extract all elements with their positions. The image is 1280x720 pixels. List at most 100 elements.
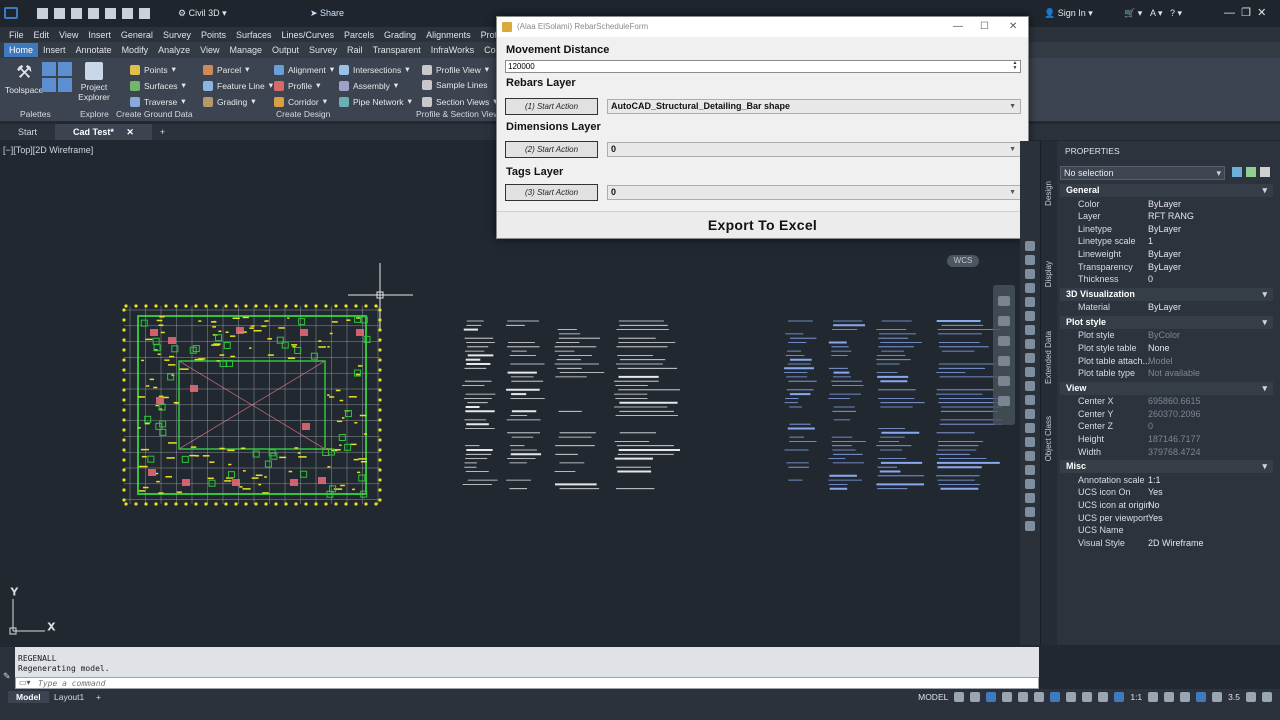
property-row[interactable]: Visual Style 2D Wireframe <box>1060 537 1273 550</box>
side-tab-design[interactable]: Design <box>1044 181 1053 206</box>
property-row[interactable]: UCS Name <box>1060 524 1273 537</box>
ribbon-tab[interactable]: Manage <box>224 43 267 57</box>
ortho-icon[interactable] <box>986 692 997 702</box>
tool-icon[interactable] <box>1025 241 1035 251</box>
tool-icon[interactable] <box>1025 395 1035 405</box>
ribbon-tab[interactable]: Modify <box>117 43 154 57</box>
menu-item[interactable]: Survey <box>163 30 191 40</box>
property-row[interactable]: Transparency ByLayer <box>1060 261 1273 274</box>
tool-icon[interactable] <box>1025 465 1035 475</box>
cart-icon[interactable]: 🛒 ▾ <box>1124 8 1142 19</box>
menu-item[interactable]: Edit <box>34 30 50 40</box>
selection-dropdown[interactable]: No selection ▾ <box>1060 166 1225 180</box>
new-tab-button[interactable]: + <box>152 124 173 140</box>
autodesk-app-icon[interactable]: A ▾ <box>1150 8 1163 19</box>
property-row[interactable]: Material ByLayer <box>1060 301 1273 314</box>
share-button[interactable]: ➤ Share <box>310 8 344 19</box>
corridor-button[interactable]: Corridor ▾ <box>274 96 327 107</box>
project-explorer-button[interactable]: Project Explorer <box>78 62 110 102</box>
wcs-badge[interactable]: WCS <box>947 255 979 267</box>
ribbon-tab[interactable]: Analyze <box>153 43 195 57</box>
alignment-button[interactable]: Alignment ▾ <box>274 64 334 75</box>
wrench-icon[interactable]: ✎ <box>3 671 11 682</box>
tab-cad-test[interactable]: Cad Test* ✕ <box>55 124 152 140</box>
tab-model[interactable]: Model <box>8 691 49 703</box>
section-views-button[interactable]: Section Views ▾ <box>422 96 498 107</box>
close-icon[interactable]: ✕ <box>1009 21 1017 32</box>
isodraft-icon[interactable] <box>1018 692 1029 702</box>
property-row[interactable]: UCS per viewport Yes <box>1060 512 1273 525</box>
ribbon-tab[interactable]: Annotate <box>71 43 117 57</box>
menu-item[interactable]: General <box>121 30 153 40</box>
close-icon[interactable]: ✕ <box>126 127 134 137</box>
movement-distance-input[interactable] <box>505 60 1021 73</box>
dimensions-start-action-button[interactable]: (2) Start Action <box>505 141 598 158</box>
property-row[interactable]: Color ByLayer <box>1060 198 1273 211</box>
side-tab-object-class[interactable]: Object Class <box>1044 416 1053 461</box>
menu-item[interactable]: Surfaces <box>236 30 272 40</box>
ribbon-tab[interactable]: Survey <box>304 43 342 57</box>
ribbon-tab[interactable]: Rail <box>342 43 368 57</box>
snap-icon[interactable] <box>970 692 981 702</box>
tool-icon[interactable] <box>1025 269 1035 279</box>
quick-access-icons[interactable] <box>34 8 153 20</box>
menu-item[interactable]: View <box>59 30 78 40</box>
property-row[interactable]: Linetype ByLayer <box>1060 223 1273 236</box>
side-tab-extended-data[interactable]: Extended Data <box>1044 331 1053 384</box>
menu-item[interactable]: Parcels <box>344 30 374 40</box>
surfaces-button[interactable]: Surfaces ▾ <box>130 80 186 91</box>
property-row[interactable]: Plot style table None <box>1060 342 1273 355</box>
signin-button[interactable]: 👤 Sign In ▾ <box>1044 8 1093 19</box>
ribbon-tab[interactable]: Output <box>267 43 304 57</box>
gear-icon[interactable] <box>1148 692 1159 702</box>
tool-icon[interactable] <box>1025 353 1035 363</box>
tags-layer-combo[interactable]: 0 ▼ <box>607 185 1021 200</box>
annotation-visibility-icon[interactable] <box>1114 692 1125 702</box>
property-row[interactable]: Lineweight ByLayer <box>1060 248 1273 261</box>
ribbon-tab[interactable]: View <box>195 43 224 57</box>
customize-icon[interactable] <box>1262 692 1272 702</box>
annotation-scale[interactable]: 1:1 <box>1130 692 1142 702</box>
lineweight-icon[interactable] <box>1066 692 1077 702</box>
tool-icon[interactable] <box>1025 479 1035 489</box>
tool-icon[interactable] <box>1025 255 1035 265</box>
export-to-excel-button[interactable]: Export To Excel <box>497 211 1028 238</box>
add-layout-button[interactable]: + <box>88 691 109 703</box>
section-header-view[interactable]: View ▾ <box>1060 381 1273 395</box>
clean-screen-icon[interactable] <box>1246 692 1256 702</box>
property-row[interactable]: Thickness 0 <box>1060 273 1273 286</box>
select-objects-icon[interactable] <box>1246 167 1256 177</box>
side-tab-display[interactable]: Display <box>1044 261 1053 287</box>
quick-select-icon[interactable] <box>1232 167 1242 177</box>
maximize-icon[interactable]: ☐ <box>980 21 989 32</box>
property-row[interactable]: Layer RFT RANG <box>1060 210 1273 223</box>
rebars-layer-combo[interactable]: AutoCAD_Structural_Detailing_Bar shape ▼ <box>607 99 1021 114</box>
help-icon[interactable]: ? ▾ <box>1170 8 1182 19</box>
menu-item[interactable]: Points <box>201 30 226 40</box>
tool-icon[interactable] <box>1025 451 1035 461</box>
polar-icon[interactable] <box>1002 692 1013 702</box>
panel-label-create-design[interactable]: Create Design <box>276 109 330 119</box>
tool-icon[interactable] <box>1025 437 1035 447</box>
panel-label-create-ground-data[interactable]: Create Ground Data <box>116 109 193 119</box>
tags-start-action-button[interactable]: (3) Start Action <box>505 184 598 201</box>
hardware-accel-icon[interactable] <box>1212 692 1223 702</box>
ribbon-tab[interactable]: Insert <box>38 43 71 57</box>
model-space-toggle[interactable]: MODEL <box>918 692 948 702</box>
grid-icon[interactable] <box>954 692 965 702</box>
selection-cycling-icon[interactable] <box>1098 692 1109 702</box>
workspace-dropdown[interactable]: ⚙ Civil 3D ▾ <box>178 8 227 19</box>
feature-line-button[interactable]: Feature Line ▾ <box>203 80 273 91</box>
tool-icon[interactable] <box>1025 311 1035 321</box>
property-row[interactable]: Annotation scale 1:1 <box>1060 474 1273 487</box>
dialog-titlebar[interactable]: (Alaa ElSolami) RebarScheduleForm — ☐ ✕ <box>497 17 1028 37</box>
dimensions-layer-combo[interactable]: 0 ▼ <box>607 142 1021 157</box>
profile-button[interactable]: Profile ▾ <box>274 80 320 91</box>
menu-item[interactable]: Grading <box>384 30 416 40</box>
pickadd-icon[interactable] <box>1260 167 1270 177</box>
grading-button[interactable]: Grading ▾ <box>203 96 256 107</box>
menu-item[interactable]: File <box>9 30 24 40</box>
property-row[interactable]: Plot table type Not available <box>1060 367 1273 380</box>
property-row[interactable]: Height 187146.7177 <box>1060 433 1273 446</box>
property-row[interactable]: Center X 695860.6615 <box>1060 395 1273 408</box>
